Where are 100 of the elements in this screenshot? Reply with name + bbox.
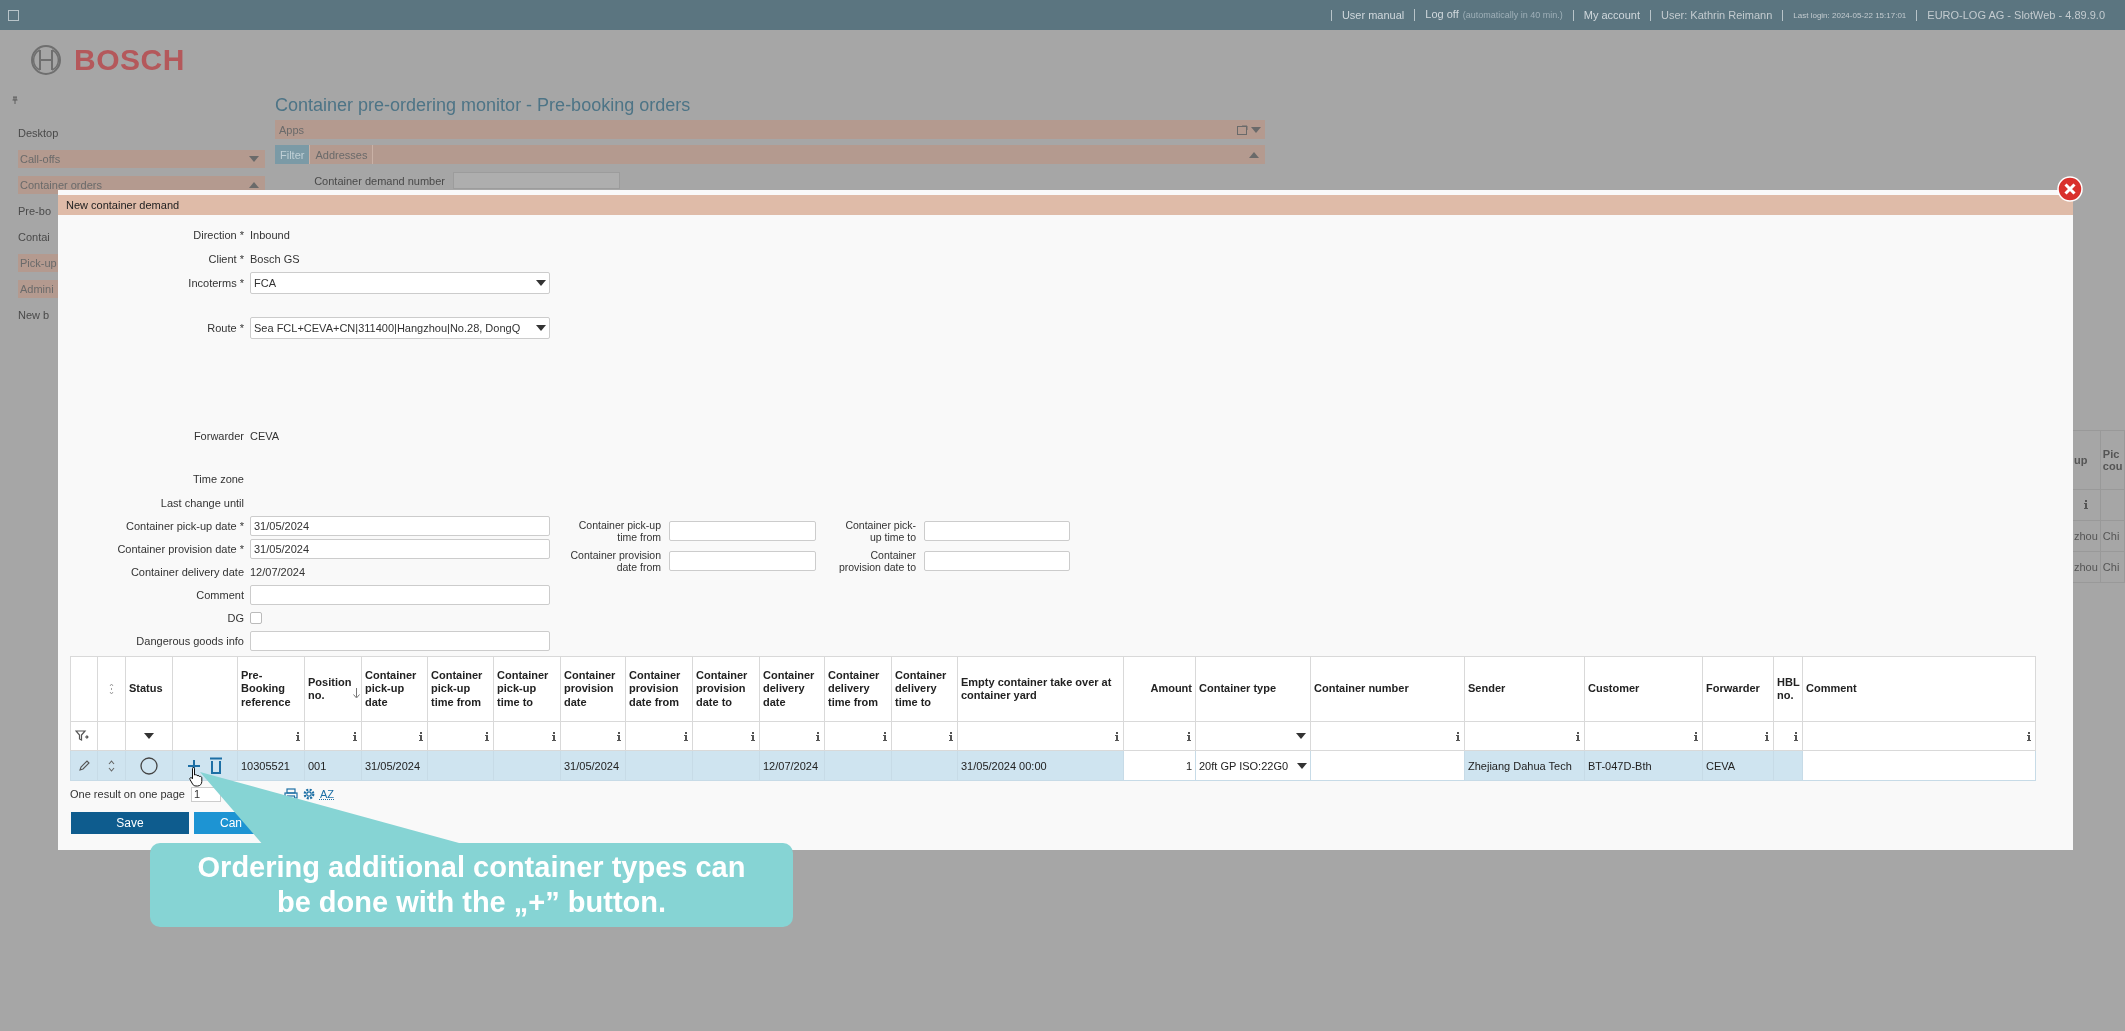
column-header[interactable]: Container type	[1195, 656, 1311, 722]
info-icon	[1187, 731, 1191, 741]
column-header[interactable]: Sender	[1464, 656, 1585, 722]
column-header[interactable]: Empty container take over at container yard	[957, 656, 1124, 722]
save-button[interactable]: Save	[71, 812, 189, 834]
column-header[interactable]: Customer	[1584, 656, 1703, 722]
filter-field[interactable]	[361, 721, 428, 751]
filter-field[interactable]	[692, 721, 760, 751]
table-cell: Zhejiang Dahua Tech	[1464, 750, 1585, 781]
column-header[interactable]: Container pick-up time from	[427, 656, 494, 722]
filter-field[interactable]	[427, 721, 494, 751]
panel-label: Apps	[279, 123, 305, 136]
dropdown-field[interactable]: Sea FCL+CEVA+CN|311400|Hangzhou|No.28, DongQ	[250, 316, 550, 339]
dropdown-field[interactable]: 20ft GP ISO:22G0	[1195, 750, 1311, 781]
column-header[interactable]: Container number	[1310, 656, 1465, 722]
dropdown-caret-icon	[536, 279, 546, 286]
sort-handle-icon[interactable]	[109, 683, 114, 695]
reorder-icon[interactable]	[108, 759, 115, 772]
column-header[interactable]: Container pick-up date	[361, 656, 428, 722]
logoff-link[interactable]: Log off	[1425, 9, 1459, 20]
column-header[interactable]: Container pick-up time to	[493, 656, 561, 722]
pin-icon[interactable]	[12, 96, 18, 104]
input-field[interactable]	[250, 631, 550, 651]
input-field[interactable]	[1310, 750, 1465, 781]
column-header[interactable]: Container provision date	[560, 656, 626, 722]
top-link[interactable]: User manual	[1341, 9, 1405, 21]
filter-field[interactable]	[1123, 721, 1196, 751]
field-value: Inbound	[250, 228, 290, 241]
dropdown-caret-icon	[536, 324, 546, 331]
sort-button[interactable]: AZ	[320, 788, 335, 800]
info-icon	[2083, 500, 2088, 509]
filter-field[interactable]	[824, 721, 892, 751]
table-cell: Chi	[2100, 551, 2125, 583]
filter-field[interactable]	[493, 721, 561, 751]
filter-field[interactable]	[304, 721, 362, 751]
column-header[interactable]: Forwarder	[1702, 656, 1774, 722]
filter-field[interactable]	[625, 721, 693, 751]
input-field[interactable]	[250, 585, 550, 605]
info-icon	[1765, 731, 1769, 741]
input-field[interactable]	[669, 521, 816, 542]
table-row[interactable]: 10305521 001 31/05/2024 31/05/2024 12/07/2024 31/05/2024 00:00 1 20ft GP ISO:22G0 Zhejiang Dahua Tech BT-047D-Bth CEVA	[70, 750, 2036, 781]
input-field[interactable]	[453, 172, 620, 189]
filter-field[interactable]	[560, 721, 626, 751]
sort-down-icon[interactable]	[353, 688, 360, 699]
field-label: Container pick-up date *	[125, 520, 245, 532]
input-field[interactable]	[1802, 750, 2036, 781]
sidebar-item[interactable]: Desktop	[18, 124, 265, 142]
page-field[interactable]: 1	[191, 786, 221, 802]
input-field[interactable]	[924, 521, 1070, 542]
filter-field[interactable]	[1584, 721, 1703, 751]
input-field[interactable]	[924, 551, 1070, 572]
logo-icon	[30, 44, 62, 76]
filter-field[interactable]	[1802, 721, 2036, 751]
filter-field[interactable]	[237, 721, 305, 751]
input-field[interactable]: 31/05/2024	[250, 516, 550, 536]
column-header[interactable]: Pre-Booking reference	[237, 656, 305, 722]
popout-icon[interactable]	[1237, 124, 1248, 135]
filter-dropdown[interactable]	[125, 721, 173, 751]
column-header[interactable]: Status	[125, 656, 173, 722]
filter-field[interactable]	[1773, 721, 1803, 751]
column-header[interactable]: Container provision date from	[625, 656, 693, 722]
info-icon	[353, 731, 357, 741]
filter-field[interactable]	[891, 721, 958, 751]
input-field[interactable]	[669, 551, 816, 572]
table-cell: BT-047D-Bth	[1584, 750, 1703, 781]
info-icon	[1576, 731, 1580, 741]
edit-icon[interactable]	[78, 759, 90, 772]
table-cell: 31/05/2024	[361, 750, 428, 781]
collapse-caret-icon	[249, 182, 259, 188]
field-label: Client *	[207, 252, 245, 265]
delete-icon[interactable]	[209, 757, 223, 774]
table-cell: 12/07/2024	[759, 750, 825, 781]
table-cell: 10305521	[237, 750, 305, 781]
dropdown-field[interactable]: FCA	[250, 271, 550, 294]
filter-field[interactable]	[1310, 721, 1465, 751]
column-header[interactable]: Amount	[1123, 656, 1196, 722]
sidebar-group-label: Container orders	[20, 179, 102, 191]
filter-field[interactable]	[1702, 721, 1774, 751]
input-field[interactable]: 31/05/2024	[250, 539, 550, 559]
dropdown-caret-icon	[1296, 733, 1306, 739]
filter-field[interactable]	[957, 721, 1124, 751]
column-header[interactable]: Container delivery time from	[824, 656, 892, 722]
filter-icon[interactable]	[75, 730, 89, 742]
column-header[interactable]: Container delivery date	[759, 656, 825, 722]
amount-field[interactable]: 1	[1123, 750, 1196, 781]
hand-cursor-icon	[189, 766, 204, 787]
field-label: Last change until	[159, 496, 245, 509]
column-header[interactable]: Container provision date to	[692, 656, 760, 722]
column-header[interactable]: Comment	[1802, 656, 2036, 722]
close-icon[interactable]	[2057, 176, 2083, 202]
field-value: CEVA	[250, 429, 280, 442]
top-link[interactable]: My account	[1583, 9, 1641, 21]
info-icon	[684, 731, 688, 741]
filter-field[interactable]	[759, 721, 825, 751]
checkbox[interactable]	[250, 612, 262, 624]
filter-field[interactable]	[1464, 721, 1585, 751]
column-header[interactable]: HBL no.	[1773, 656, 1803, 722]
column-header[interactable]: Container delivery time to	[891, 656, 958, 722]
window-icon[interactable]	[8, 9, 19, 21]
settings-icon[interactable]	[302, 787, 316, 801]
